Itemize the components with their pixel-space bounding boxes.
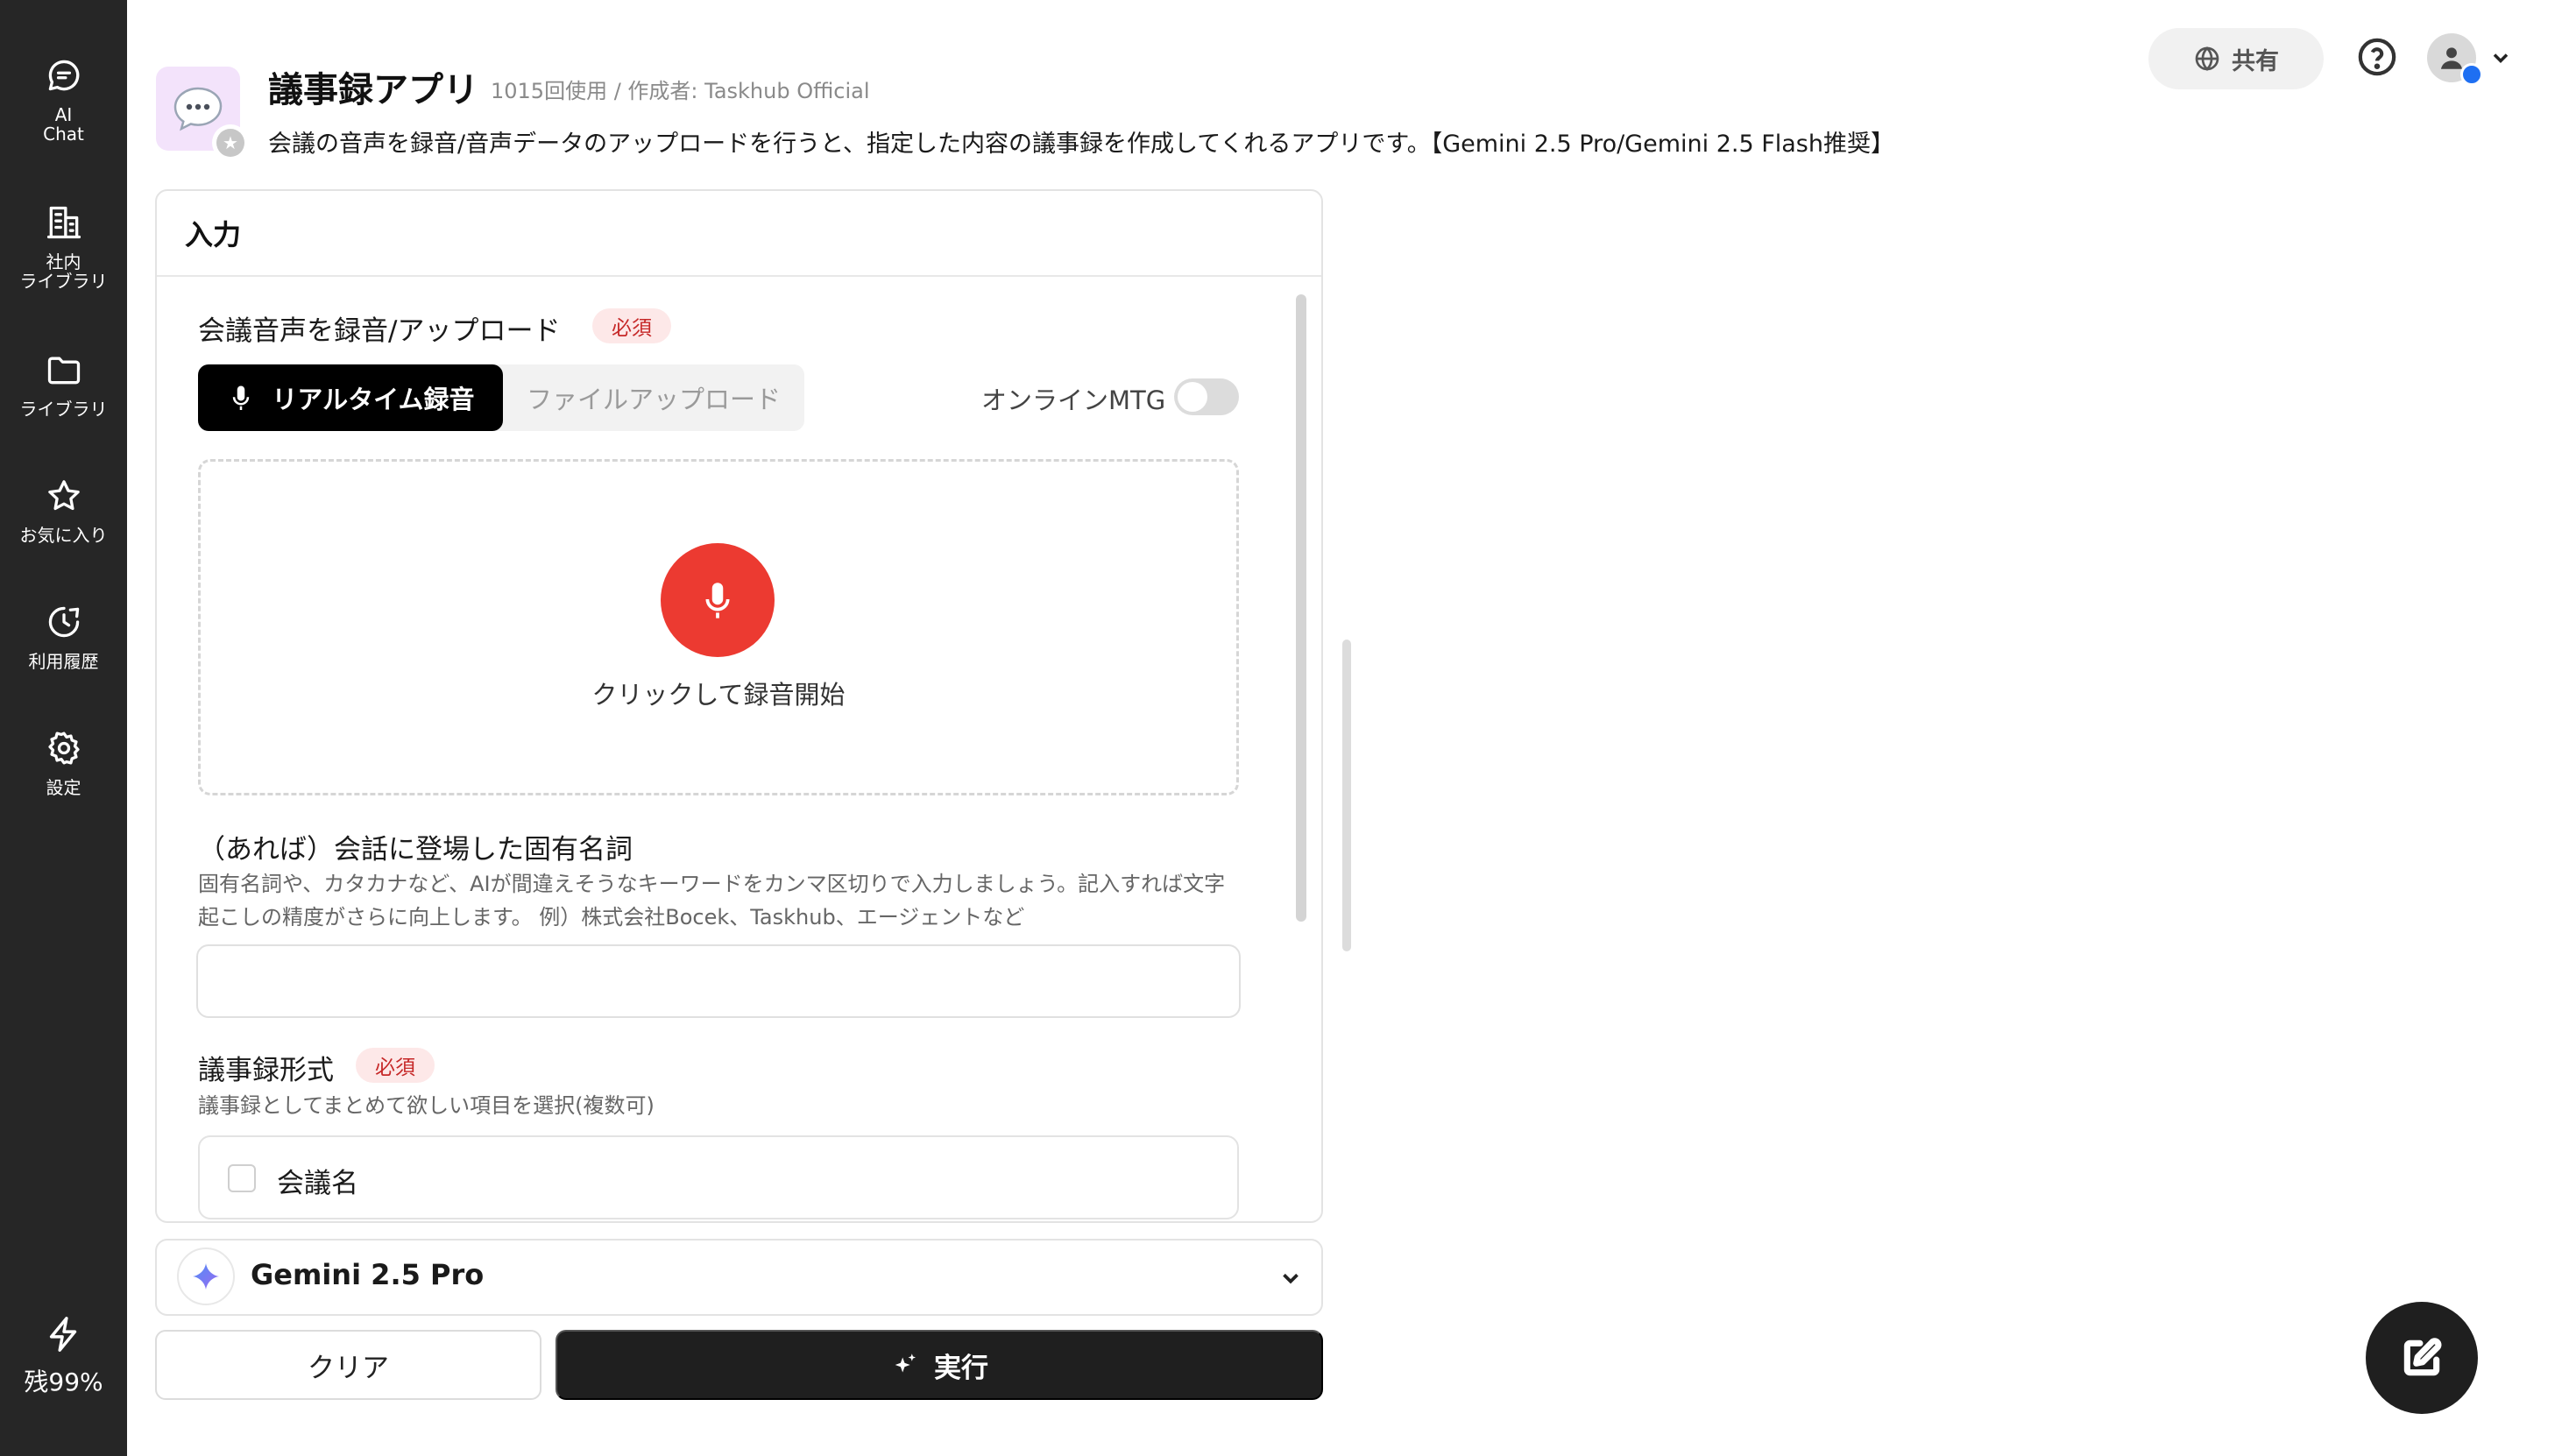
sidebar-item-company-library[interactable]: 社内 ライブラリ <box>0 203 127 291</box>
audio-field-label: 会議音声を録音/アップロード <box>198 315 561 347</box>
account-menu-toggle[interactable] <box>2488 46 2513 70</box>
star-icon <box>47 480 80 511</box>
sparkle-icon <box>895 1354 916 1373</box>
page-scrollbar[interactable] <box>1342 640 1351 951</box>
tab-file-upload[interactable]: ファイルアップロード <box>503 364 804 431</box>
tab-label: リアルタイム録音 <box>272 385 475 414</box>
format-field-help: 議事録としてまとめて欲しい項目を選択(複数可) <box>198 1093 655 1118</box>
star-icon: ★ <box>216 129 244 157</box>
chevron-down-icon <box>1283 1273 1299 1284</box>
speech-bubble-icon <box>173 87 223 131</box>
help-button[interactable] <box>2357 37 2397 77</box>
sidebar-item-label: 利用履歴 <box>28 651 99 672</box>
sidebar-item-label: 設定 <box>46 777 81 798</box>
required-badge: 必須 <box>592 308 671 343</box>
chevron-down-icon <box>2493 53 2509 63</box>
share-button[interactable]: 共有 <box>2148 28 2324 89</box>
format-option-checkbox[interactable] <box>228 1164 256 1192</box>
format-option-label: 会議名 <box>277 1168 358 1199</box>
proper-nouns-label: （あれば）会話に登場した固有名詞 <box>198 834 633 866</box>
sidebar-item-library[interactable]: ライブラリ <box>0 350 127 419</box>
sidebar-item-label: 社内 ライブラリ <box>19 251 108 292</box>
sidebar: AI Chat 社内 ライブラリ ライブラリ お気に入り 利用履歴 設定 残99… <box>0 0 127 1456</box>
question-circle-icon <box>2358 38 2396 76</box>
microphone-icon <box>705 583 730 618</box>
proper-nouns-help: 固有名詞や、カタカナなど、AIが間違えそうなキーワードをカンマ区切りで入力しまし… <box>198 872 1226 929</box>
toggle-knob <box>1178 382 1207 412</box>
gear-icon <box>47 732 80 765</box>
sidebar-item-history[interactable]: 利用履歴 <box>0 603 127 671</box>
tab-label: ファイルアップロード <box>526 385 781 414</box>
online-mtg-label: オンラインMTG <box>981 385 1166 415</box>
credit-remaining[interactable]: 残99% <box>0 1314 127 1398</box>
app-description: 会議の音声を録音/音声データのアップロードを行うと、指定した内容の議事録を作成し… <box>268 131 1894 158</box>
tab-realtime-recording[interactable]: リアルタイム録音 <box>198 364 503 431</box>
user-settings-badge-icon <box>2460 63 2483 86</box>
page-title: 議事録アプリ <box>268 70 478 110</box>
start-recording-button[interactable] <box>661 543 775 657</box>
gemini-sparkle-icon <box>193 1263 219 1290</box>
panel-scrollbar[interactable] <box>1296 294 1306 922</box>
chat-icon <box>48 60 79 91</box>
sidebar-item-label: AI Chat <box>43 104 84 145</box>
run-label: 実行 <box>934 1352 988 1383</box>
microphone-icon <box>233 385 250 411</box>
history-icon <box>48 606 79 638</box>
new-chat-button[interactable] <box>2366 1302 2478 1414</box>
model-label: Gemini 2.5 Pro <box>251 1258 485 1291</box>
share-label: 共有 <box>2232 47 2279 75</box>
model-dropdown-toggle[interactable] <box>1277 1265 1304 1291</box>
input-panel-heading: 入力 <box>157 191 1321 277</box>
folder-icon <box>47 357 80 385</box>
sidebar-item-label: ライブラリ <box>19 399 108 420</box>
sidebar-item-favorites[interactable]: お気に入り <box>0 477 127 545</box>
sidebar-item-settings[interactable]: 設定 <box>0 729 127 797</box>
run-button[interactable]: 実行 <box>556 1330 1323 1400</box>
edit-icon <box>2403 1338 2442 1376</box>
format-field-label: 議事録形式 <box>198 1055 334 1086</box>
credit-label: 残99% <box>24 1368 103 1396</box>
required-badge: 必須 <box>356 1048 435 1083</box>
clear-button[interactable]: クリア <box>155 1330 541 1400</box>
building-icon <box>46 206 81 239</box>
recording-caption: クリックして録音開始 <box>591 680 846 710</box>
lightning-icon <box>49 1317 76 1352</box>
app-meta: 1015回使用 / 作成者: Taskhub Official <box>491 79 870 103</box>
proper-nouns-input[interactable] <box>196 944 1241 1018</box>
sidebar-item-ai-chat[interactable]: AI Chat <box>0 56 127 144</box>
sidebar-item-label: お気に入り <box>19 525 108 546</box>
globe-icon <box>2195 46 2219 71</box>
model-icon <box>177 1247 235 1305</box>
favorite-toggle[interactable]: ★ <box>212 124 249 161</box>
